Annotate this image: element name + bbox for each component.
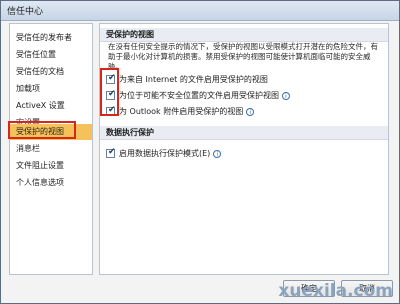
protected-view-description: 在没有任何安全提示的情况下，受保护的视图以受限模式打开潜在的危险文件，有助于最小… [108,42,378,71]
watermark: xuexila.com [278,281,393,301]
option-label: 启用数据执行保护模式(E) [119,149,211,158]
option-label: 为位于可能不安全位置的文件启用受保护视图 [119,91,279,100]
title-bar: 信任中心 [1,1,399,21]
trust-center-window: 信任中心 受信任的发布者 受信任位置 受信任的文档 加载项 ActiveX 设置… [0,0,400,304]
info-icon[interactable]: i [246,107,255,116]
sidebar-item-trusted-publishers[interactable]: 受信任的发布者 [10,30,92,46]
option-label: 为 Outlook 附件启用受保护的视图 [119,107,244,116]
option-data-execution[interactable]: ✔ 启用数据执行保护模式(E) i [106,147,222,160]
content-panel: 受保护的视图 在没有任何安全提示的情况下，受保护的视图以受限模式打开潜在的危险文… [99,23,389,275]
window-title: 信任中心 [7,7,44,17]
sidebar-item-addins[interactable]: 加载项 [10,81,92,97]
option-outlook-attachments[interactable]: ✔ 为 Outlook 附件启用受保护的视图 i [106,105,255,118]
checkbox[interactable]: ✔ [106,147,116,158]
checkmark-icon: ✔ [108,147,116,157]
sidebar-item-file-block[interactable]: 文件阻止设置 [10,158,92,174]
info-icon[interactable]: i [282,91,290,100]
checkbox-highlight [100,68,119,116]
sidebar-item-message-bar[interactable]: 消息栏 [10,141,92,157]
data-execution-heading: 数据执行保护 [100,126,388,140]
selected-item-highlight [8,121,76,139]
sidebar: 受信任的发布者 受信任位置 受信任的文档 加载项 ActiveX 设置 宏设置 … [9,23,93,275]
protected-view-heading: 受保护的视图 [100,28,388,42]
sidebar-item-privacy[interactable]: 个人信息选项 [10,175,92,191]
option-internet-files[interactable]: ✔ 为来自 Internet 的文件启用受保护的视图 [106,73,268,86]
option-unsafe-locations[interactable]: ✔ 为位于可能不安全位置的文件启用受保护视图 i [106,89,290,102]
sidebar-item-trusted-documents[interactable]: 受信任的文档 [10,64,92,80]
sidebar-item-activex[interactable]: ActiveX 设置 [10,98,92,114]
info-icon[interactable]: i [213,149,222,158]
option-label: 为来自 Internet 的文件启用受保护的视图 [119,75,268,84]
sidebar-item-trusted-locations[interactable]: 受信任位置 [10,47,92,63]
